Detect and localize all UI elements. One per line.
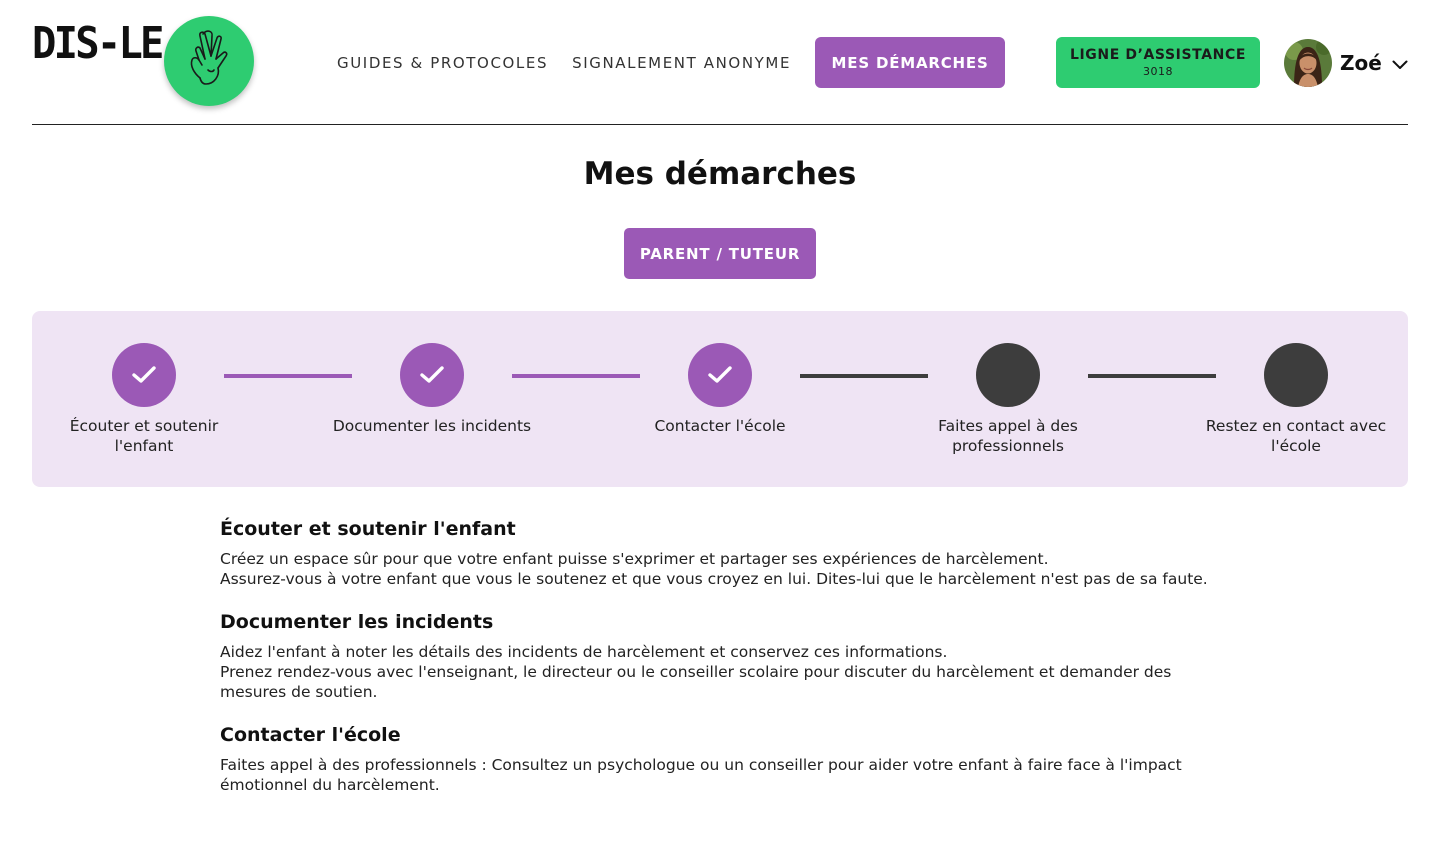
check-icon — [688, 343, 752, 407]
site-header: DIS-LE GUIDES & PROTOCOLES SIGNALEMENT A… — [32, 0, 1408, 125]
step-circle — [976, 343, 1040, 407]
section-text: Assurez-vous à votre enfant que vous le … — [220, 570, 1208, 588]
section-text: Créez un espace sûr pour que votre enfan… — [220, 550, 1049, 568]
crossed-fingers-icon — [164, 16, 254, 106]
avatar — [1284, 39, 1332, 87]
logo-text: DIS-LE — [32, 18, 164, 69]
chevron-down-icon[interactable] — [1392, 55, 1408, 74]
nav-signalement-anonyme[interactable]: SIGNALEMENT ANONYME — [572, 54, 791, 72]
assistance-label: LIGNE D’ASSISTANCE — [1069, 47, 1247, 63]
step-circle — [1264, 343, 1328, 407]
user-name: Zoé — [1340, 51, 1382, 75]
step-label: Écouter et soutenir l'enfant — [69, 417, 219, 455]
step-4[interactable]: Faites appel à des professionnels — [908, 343, 1108, 456]
steps-content: Écouter et soutenir l'enfant Créez un es… — [220, 518, 1230, 817]
step-label: Restez en contact avec l'école — [1205, 417, 1387, 455]
section-text: Faites appel à des professionnels : Cons… — [220, 756, 1182, 794]
user-menu[interactable]: Zoé — [1284, 39, 1408, 87]
section-text: Prenez rendez-vous avec l'enseignant, le… — [220, 663, 1172, 701]
logo[interactable]: DIS-LE — [32, 16, 254, 106]
check-icon — [112, 343, 176, 407]
nav-mes-demarches-button[interactable]: MES DÉMARCHES — [815, 37, 1006, 88]
page-title: Mes démarches — [583, 156, 857, 192]
section-title: Écouter et soutenir l'enfant — [220, 518, 516, 540]
section-text: Aidez l'enfant à noter les détails des i… — [220, 643, 948, 661]
assistance-line-button[interactable]: LIGNE D’ASSISTANCE 3018 — [1056, 37, 1260, 88]
section-title: Contacter l'école — [220, 724, 401, 746]
step-2[interactable]: Documenter les incidents — [332, 343, 532, 436]
step-label: Contacter l'école — [654, 417, 786, 435]
section-documenter: Documenter les incidents Aidez l'enfant … — [220, 611, 1230, 702]
nav-guides-protocoles[interactable]: GUIDES & PROTOCOLES — [337, 54, 548, 72]
step-3[interactable]: Contacter l'école — [620, 343, 820, 436]
section-title: Documenter les incidents — [220, 611, 494, 633]
step-label: Faites appel à des professionnels — [938, 417, 1078, 455]
main-nav: GUIDES & PROTOCOLES SIGNALEMENT ANONYME … — [337, 37, 1006, 88]
check-icon — [400, 343, 464, 407]
step-5[interactable]: Restez en contact avec l'école — [1196, 343, 1396, 456]
section-contacter: Contacter l'école Faites appel à des pro… — [220, 724, 1230, 795]
step-1[interactable]: Écouter et soutenir l'enfant — [44, 343, 244, 456]
section-ecouter: Écouter et soutenir l'enfant Créez un es… — [220, 518, 1230, 589]
role-selector-button[interactable]: PARENT / TUTEUR — [624, 228, 816, 279]
step-label: Documenter les incidents — [332, 417, 532, 435]
assistance-number: 3018 — [1143, 65, 1173, 78]
progress-stepper: Écouter et soutenir l'enfant Documenter … — [32, 311, 1408, 487]
